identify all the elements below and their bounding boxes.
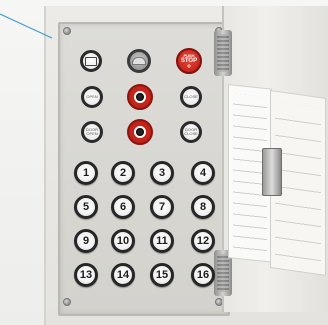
open-button[interactable]: OPEN xyxy=(81,86,103,108)
floor-button-8[interactable]: 8 xyxy=(191,195,215,219)
floor-button-7[interactable]: 7 xyxy=(150,195,174,219)
floor-label-3: 3 xyxy=(158,166,166,179)
floor-label-16: 16 xyxy=(196,268,210,281)
floor-label-11: 11 xyxy=(156,234,168,247)
close-label: CLOSE xyxy=(184,94,198,99)
emblem-button[interactable] xyxy=(80,50,102,72)
floor-button-13[interactable]: 13 xyxy=(74,263,98,287)
floor-label-6: 6 xyxy=(119,200,127,213)
screw-top-left xyxy=(63,27,71,35)
floor-button-10[interactable]: 10 xyxy=(111,229,135,253)
key-switch-button[interactable] xyxy=(127,84,153,110)
floor-label-4: 4 xyxy=(199,166,207,179)
door-open-button[interactable]: DOOR OPEN xyxy=(81,121,103,143)
floor-button-4[interactable]: 4 xyxy=(191,161,215,185)
elevator-control-cabinet: PUSH STOP ◎ OPEN CLOSE DOOR OPEN DOOR CL… xyxy=(0,0,328,325)
floor-label-8: 8 xyxy=(199,200,207,213)
bell-button[interactable] xyxy=(127,49,151,73)
door-close-button[interactable]: DOOR CLOSE xyxy=(180,121,202,143)
floor-button-15[interactable]: 15 xyxy=(150,263,174,287)
floor-label-7: 7 xyxy=(158,200,166,213)
floor-label-12: 12 xyxy=(196,234,210,247)
emergency-light-icon xyxy=(136,128,144,136)
close-button[interactable]: CLOSE xyxy=(180,86,202,108)
floor-button-2[interactable]: 2 xyxy=(111,161,135,185)
floor-button-12[interactable]: 12 xyxy=(191,229,215,253)
floor-button-1[interactable]: 1 xyxy=(74,161,98,185)
door-hinge-top xyxy=(214,30,232,76)
floor-button-5[interactable]: 5 xyxy=(74,195,98,219)
floor-button-3[interactable]: 3 xyxy=(150,161,174,185)
door-close-label: DOOR CLOSE xyxy=(184,127,198,136)
door-open-label: DOOR OPEN xyxy=(86,127,98,136)
floor-button-9[interactable]: 9 xyxy=(74,229,98,253)
floor-button-16[interactable]: 16 xyxy=(191,263,215,287)
floor-label-13: 13 xyxy=(79,268,93,281)
floor-label-15: 15 xyxy=(155,268,169,281)
floor-button-14[interactable]: 14 xyxy=(111,263,135,287)
floor-button-6[interactable]: 6 xyxy=(111,195,135,219)
screw-bottom-left xyxy=(63,298,71,306)
stop-label-symbol: ◎ xyxy=(187,63,191,68)
emergency-stop-button[interactable]: PUSH STOP ◎ xyxy=(176,48,202,74)
floor-button-11[interactable]: 11 xyxy=(150,229,174,253)
open-label: OPEN xyxy=(86,94,98,99)
floor-label-9: 9 xyxy=(82,234,90,247)
floor-label-1: 1 xyxy=(82,166,90,179)
floor-label-10: 10 xyxy=(116,234,130,247)
floor-label-5: 5 xyxy=(82,200,90,213)
bell-icon xyxy=(132,57,146,65)
emblem-icon xyxy=(85,56,97,66)
key-switch-icon xyxy=(136,93,144,101)
emergency-light-button[interactable] xyxy=(127,119,153,145)
floor-label-2: 2 xyxy=(119,166,127,179)
floor-label-14: 14 xyxy=(116,268,130,281)
door-latch[interactable] xyxy=(262,148,282,196)
